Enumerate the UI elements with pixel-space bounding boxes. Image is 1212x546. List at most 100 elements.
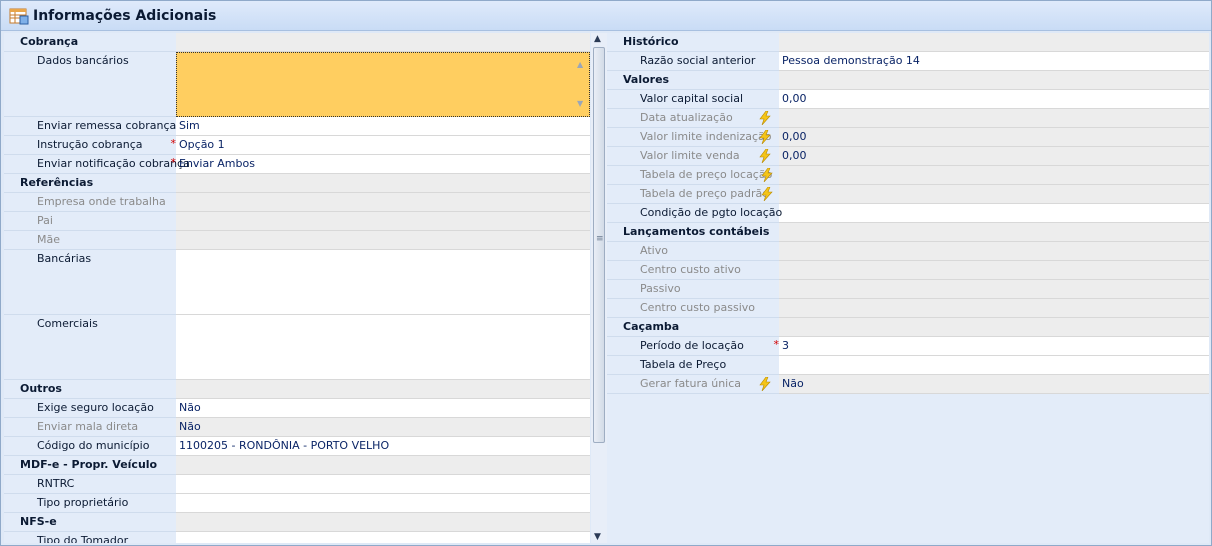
enviar-mala-field: Não [176,418,590,437]
property-label-text: Enviar notificação cobrança [37,157,190,170]
centro-ativo-field [779,261,1209,280]
dados-bancarios-field[interactable]: ▲ ▼ [176,52,590,117]
title-bar: Informações Adicionais [1,1,1211,31]
row-centro-passivo: Centro custo passivo [607,299,1209,318]
rntrc-field[interactable] [176,475,590,494]
lightning-icon [759,111,771,125]
property-label: Valor capital social [607,90,779,109]
category-fill [779,318,1209,337]
row-ativo: Ativo [607,242,1209,261]
row-enviar-mala: Enviar mala direta Não [4,418,590,437]
property-label: Valor limite indenização [607,128,779,147]
row-periodo: Período de locação * 3 [607,337,1209,356]
category-historico[interactable]: Histórico [607,33,1209,52]
category-fill [176,513,590,532]
property-label: Tabela de preço locação [607,166,779,185]
field-scrollbar[interactable]: ▲ ▼ [574,54,588,115]
property-label: Ativo [607,242,779,261]
property-label: Dados bancários [4,52,176,117]
periodo-field[interactable]: 3 [779,337,1209,356]
vertical-scrollbar[interactable]: ▲ ≡ ▼ [591,33,607,543]
instrucao-field[interactable]: Opção 1 [176,136,590,155]
category-outros[interactable]: Outros [4,380,590,399]
property-label: Centro custo passivo [607,299,779,318]
category-label: Cobrança [4,33,176,52]
row-mae: Mãe [4,231,590,250]
property-label-text: Valor limite indenização [640,130,772,143]
category-cobranca[interactable]: Cobrança [4,33,590,52]
required-marker: * [170,156,177,169]
category-label: Caçamba [607,318,779,337]
property-label: Enviar notificação cobrança * [4,155,190,174]
grip-icon: ≡ [596,234,604,244]
row-comerciais: Comerciais [4,315,590,380]
property-label: Gerar fatura única [607,375,779,394]
enviar-notificacao-field[interactable]: Enviar Ambos [176,155,590,174]
property-label: Valor limite venda [607,147,779,166]
row-exige-seguro: Exige seguro locação Não [4,399,590,418]
row-bancarias: Bancárias [4,250,590,315]
category-cacamba[interactable]: Caçamba [607,318,1209,337]
category-label: Histórico [607,33,779,52]
scroll-up-icon[interactable]: ▲ [594,34,601,44]
scroll-down-icon[interactable]: ▼ [577,95,583,113]
row-empresa: Empresa onde trabalha [4,193,590,212]
property-label: RNTRC [4,475,176,494]
razao-social-field[interactable]: Pessoa demonstração 14 [779,52,1209,71]
row-enviar-notificacao: Enviar notificação cobrança * Enviar Ambo… [4,155,590,174]
property-label: Passivo [607,280,779,299]
category-lancamentos[interactable]: Lançamentos contábeis [607,223,1209,242]
scroll-down-icon[interactable]: ▼ [594,532,601,542]
property-label-text: Gerar fatura única [640,377,742,390]
row-codigo-municipio: Código do município 1100205 - RONDÔNIA -… [4,437,590,456]
category-referencias[interactable]: Referências [4,174,590,193]
tabela-preco-field[interactable] [779,356,1209,375]
lightning-icon [759,130,771,144]
tipo-tomador-field[interactable] [176,532,590,543]
scrollbar-thumb[interactable]: ≡ [593,47,605,443]
limite-venda-field: 0,00 [779,147,1209,166]
lightning-icon [761,187,773,201]
tipo-proprietario-field[interactable] [176,494,590,513]
category-label: NFS-e [4,513,176,532]
row-passivo: Passivo [607,280,1209,299]
category-fill [176,456,590,475]
row-condicao-pgto: Condição de pgto locação [607,204,1209,223]
category-fill [176,33,590,52]
property-label-text: Tabela de preço locação [640,168,773,181]
left-property-grid: Cobrança Dados bancários ▲ ▼ Enviar reme… [4,33,590,543]
category-nfse[interactable]: NFS-e [4,513,590,532]
property-label: Exige seguro locação [4,399,176,418]
category-mdfe[interactable]: MDF-e - Propr. Veículo [4,456,590,475]
category-valores[interactable]: Valores [607,71,1209,90]
category-label: Valores [607,71,779,90]
category-fill [779,71,1209,90]
tabela-locacao-field [779,166,1209,185]
property-label-text: Valor limite venda [640,149,740,162]
capital-social-field[interactable]: 0,00 [779,90,1209,109]
comerciais-field[interactable] [176,315,590,380]
category-label: Referências [4,174,176,193]
category-fill [176,174,590,193]
property-label: Empresa onde trabalha [4,193,176,212]
property-label-text: Instrução cobrança [37,138,143,151]
fatura-unica-field: Não [779,375,1209,394]
category-fill [779,223,1209,242]
row-rntrc: RNTRC [4,475,590,494]
row-dados-bancarios: Dados bancários ▲ ▼ [4,52,590,117]
property-label: Condição de pgto locação [607,204,782,223]
property-label: Tabela de preço padrão [607,185,779,204]
condicao-pgto-field[interactable] [779,204,1209,223]
property-label-text: Data atualização [640,111,733,124]
scroll-up-icon[interactable]: ▲ [577,56,583,74]
exige-seguro-field[interactable]: Não [176,399,590,418]
property-label: Enviar mala direta [4,418,176,437]
category-fill [176,380,590,399]
property-label: Mãe [4,231,176,250]
required-marker: * [773,338,780,351]
row-limite-venda: Valor limite venda 0,00 [607,147,1209,166]
bancarias-field[interactable] [176,250,590,315]
property-label: Período de locação * [607,337,779,356]
enviar-remessa-field[interactable]: Sim [176,117,590,136]
codigo-municipio-field[interactable]: 1100205 - RONDÔNIA - PORTO VELHO [176,437,590,456]
